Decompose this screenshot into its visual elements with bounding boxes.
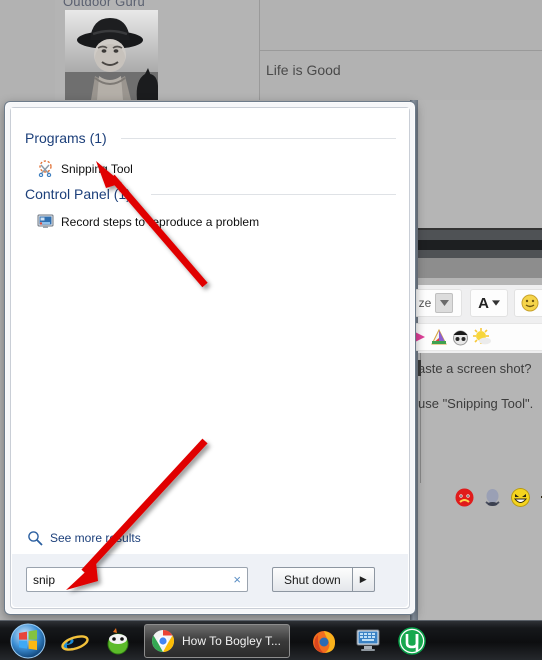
- taskbar-item-remote-desktop[interactable]: [346, 623, 390, 659]
- shutdown-control[interactable]: Shut down ▶: [272, 567, 375, 592]
- avatar: [65, 10, 158, 100]
- search-results-area: Programs (1) Snipping Tool Control Panel…: [11, 108, 409, 552]
- remote-desktop-icon: [356, 629, 380, 651]
- thread-divider: [260, 50, 542, 51]
- result-label: Snipping Tool: [61, 161, 133, 176]
- section-rule-control-panel: [151, 194, 396, 195]
- result-item-record-steps[interactable]: Record steps to reproduce a problem: [37, 213, 259, 230]
- firefox-icon: [312, 630, 335, 653]
- editor-line-1: aste a screen shot?: [418, 361, 532, 376]
- font-size-dropdown[interactable]: ze: [410, 289, 462, 317]
- editor-line-2: use "Snipping Tool".: [418, 396, 534, 411]
- emoticon-row[interactable]: [455, 488, 542, 507]
- taskbar-item-internet-explorer[interactable]: e: [52, 623, 96, 659]
- start-menu-bottom-bar: × Shut down ▶: [12, 553, 408, 607]
- start-menu-inner: Programs (1) Snipping Tool Control Panel…: [10, 107, 410, 609]
- font-color-button[interactable]: A: [470, 289, 508, 317]
- section-rule-programs: [121, 138, 396, 139]
- scissors-icon: [37, 160, 54, 178]
- emoticon-toolbar-row[interactable]: [410, 323, 542, 351]
- paint-icon: [431, 328, 447, 345]
- laughing-emoticon[interactable]: [511, 488, 530, 507]
- taskbar[interactable]: e How To Bogley T...: [0, 620, 542, 660]
- search-input[interactable]: [33, 572, 230, 587]
- weather-sun-icon: [473, 328, 491, 345]
- search-box[interactable]: ×: [26, 567, 248, 592]
- font-letter-icon: A: [478, 294, 489, 312]
- internet-explorer-icon: e: [61, 629, 89, 656]
- shutdown-button[interactable]: Shut down: [272, 567, 353, 592]
- thread-title: Life is Good: [266, 62, 341, 78]
- green-app-icon: [107, 627, 129, 654]
- sunglasses-face-icon: [453, 330, 468, 346]
- search-icon: [27, 530, 43, 546]
- screen: Outdoor Guru Life is Good ze A aste a sc…: [0, 0, 542, 660]
- dark-content-stripe: [418, 240, 542, 250]
- see-more-results-link[interactable]: See more results: [27, 530, 141, 546]
- utorrent-icon: [398, 626, 426, 655]
- start-button[interactable]: [4, 623, 52, 659]
- clear-search-icon[interactable]: ×: [229, 572, 241, 587]
- font-size-label: ze: [418, 296, 432, 310]
- section-heading-programs: Programs (1): [25, 130, 107, 146]
- google-chrome-icon: [152, 629, 174, 652]
- result-label: Record steps to reproduce a problem: [61, 214, 260, 229]
- result-item-snipping-tool[interactable]: Snipping Tool: [37, 160, 133, 178]
- section-heading-control-panel: Control Panel (1): [25, 186, 131, 202]
- smiley-icon: [521, 294, 539, 312]
- shutdown-options-arrow[interactable]: ▶: [352, 567, 375, 592]
- windows-start-orb-icon: [10, 623, 46, 658]
- grey-content-band: [418, 258, 542, 278]
- smiley-button[interactable]: [514, 289, 542, 317]
- taskbar-item-utorrent[interactable]: [390, 623, 434, 659]
- taskbar-active-window-chrome[interactable]: How To Bogley T...: [144, 623, 290, 658]
- editor-toolbar[interactable]: ze A: [410, 285, 542, 353]
- taskbar-item-firefox[interactable]: [302, 623, 346, 659]
- forum-poster-name: Outdoor Guru: [63, 0, 145, 9]
- monitor-icon: [37, 213, 54, 230]
- see-more-results-label: See more results: [50, 531, 141, 545]
- taskbar-window-title: How To Bogley T...: [182, 633, 281, 648]
- chevron-down-icon[interactable]: [435, 293, 454, 313]
- start-menu-panel[interactable]: Programs (1) Snipping Tool Control Panel…: [4, 101, 416, 615]
- grey-blob-emoticon[interactable]: [483, 488, 502, 507]
- angry-emoticon[interactable]: [455, 488, 474, 507]
- taskbar-item-green-app[interactable]: [96, 623, 140, 659]
